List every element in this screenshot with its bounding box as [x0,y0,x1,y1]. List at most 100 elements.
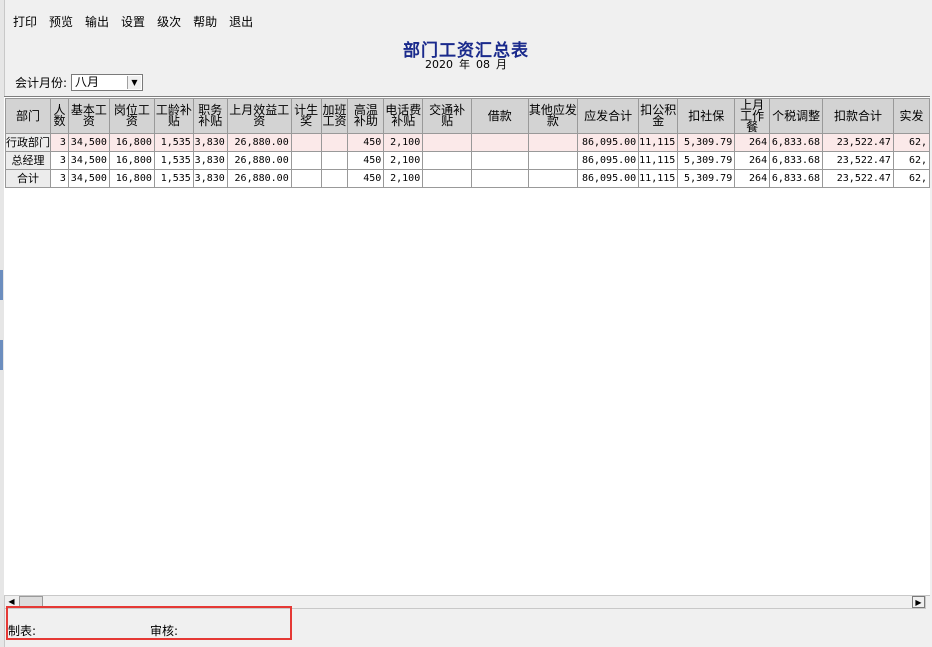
column-header[interactable]: 高温补助 [347,98,385,134]
column-header[interactable]: 计生奖 [290,98,322,134]
table-cell[interactable] [320,133,349,152]
preview-button[interactable]: 预览 [44,11,79,33]
level-button[interactable]: 级次 [152,11,187,33]
column-header[interactable]: 上月工作餐 [734,98,771,134]
table-cell[interactable]: 23,522.47 [822,151,894,170]
table-cell[interactable] [470,151,529,170]
column-header[interactable]: 部门 [5,98,51,134]
table-cell[interactable]: 264 [734,133,771,152]
table-cell[interactable]: 86,095.00 [577,151,640,170]
accounting-month-value: 八月 [75,75,100,89]
table-row[interactable]: 行政部门 3 34,500 16,800 1,535 3,830 26,880.00 450 2… [5,133,930,152]
column-header[interactable]: 应发合计 [577,98,640,134]
column-header[interactable]: 工龄补贴 [153,98,194,134]
table-cell[interactable]: 62, [892,169,930,188]
table-cell[interactable]: 3 [50,151,69,170]
table-cell[interactable] [422,151,472,170]
table-cell[interactable]: 450 [347,169,385,188]
table-cell[interactable]: 450 [347,151,385,170]
table-cell[interactable]: 3 [50,133,69,152]
table-cell[interactable] [527,169,579,188]
table-row[interactable]: 总经理 3 34,500 16,800 1,535 3,830 26,880.00 450 2,… [5,151,930,170]
table-cell[interactable]: 3 [50,169,69,188]
table-cell[interactable]: 11,115 [638,151,679,170]
table-cell[interactable]: 23,522.47 [822,133,894,152]
footer-highlight-box [6,606,292,640]
scroll-right-icon[interactable]: ▶ [912,596,925,608]
table-cell[interactable]: 34,500 [67,151,110,170]
table-cell[interactable]: 16,800 [108,151,155,170]
table-cell[interactable] [470,169,529,188]
table-row[interactable]: 合计 3 34,500 16,800 1,535 3,830 26,880.00 450 2,1… [5,169,930,188]
table-cell[interactable]: 26,880.00 [226,133,292,152]
table-cell[interactable]: 6,833.68 [769,169,824,188]
table-cell[interactable]: 6,833.68 [769,151,824,170]
table-cell[interactable]: 86,095.00 [577,169,640,188]
column-header[interactable]: 上月效益工资 [226,98,292,134]
department-cell[interactable]: 行政部门 [5,133,51,152]
exit-button[interactable]: 退出 [224,11,259,33]
table-cell[interactable]: 6,833.68 [769,133,824,152]
chevron-down-icon[interactable]: ▼ [127,76,141,89]
column-header[interactable]: 交通补贴 [422,98,472,134]
settings-button[interactable]: 设置 [116,11,151,33]
table-cell[interactable] [470,133,529,152]
accounting-month-select[interactable]: 八月 ▼ [71,74,143,91]
department-cell[interactable]: 合计 [5,169,51,188]
table-cell[interactable]: 2,100 [383,169,424,188]
table-cell[interactable]: 5,309.79 [677,169,736,188]
column-header[interactable]: 扣公积金 [638,98,679,134]
table-cell[interactable]: 86,095.00 [577,133,640,152]
table-cell[interactable]: 450 [347,133,385,152]
export-button[interactable]: 输出 [80,11,115,33]
table-cell[interactable]: 2,100 [383,151,424,170]
table-cell[interactable]: 5,309.79 [677,151,736,170]
column-header[interactable]: 实发 [892,98,930,134]
table-cell[interactable]: 11,115 [638,169,679,188]
table-cell[interactable]: 26,880.00 [226,151,292,170]
table-cell[interactable]: 3,830 [192,151,228,170]
column-header[interactable]: 其他应发款 [527,98,579,134]
column-header[interactable]: 扣款合计 [822,98,894,134]
table-cell[interactable]: 34,500 [67,133,110,152]
table-cell[interactable] [320,169,349,188]
column-header[interactable]: 职务补贴 [192,98,228,134]
table-cell[interactable] [290,133,322,152]
table-cell[interactable]: 2,100 [383,133,424,152]
table-cell[interactable]: 1,535 [153,133,194,152]
table-cell[interactable]: 1,535 [153,151,194,170]
help-button[interactable]: 帮助 [188,11,223,33]
table-cell[interactable]: 1,535 [153,169,194,188]
column-header[interactable]: 借款 [470,98,529,134]
table-cell[interactable]: 62, [892,151,930,170]
table-cell[interactable]: 264 [734,151,771,170]
table-cell[interactable] [320,151,349,170]
table-cell[interactable] [527,151,579,170]
column-header[interactable]: 个税调整 [769,98,824,134]
table-cell[interactable] [290,169,322,188]
table-cell[interactable]: 5,309.79 [677,133,736,152]
table-cell[interactable]: 23,522.47 [822,169,894,188]
table-cell[interactable]: 3,830 [192,133,228,152]
column-header[interactable]: 基本工资 [67,98,110,134]
column-header[interactable]: 加班工资 [320,98,349,134]
table-cell[interactable] [527,133,579,152]
table-cell[interactable] [422,133,472,152]
column-header[interactable]: 扣社保 [677,98,736,134]
table-cell[interactable] [290,151,322,170]
table-cell[interactable]: 3,830 [192,169,228,188]
table-cell[interactable]: 16,800 [108,133,155,152]
table-cell[interactable]: 11,115 [638,133,679,152]
print-button[interactable]: 打印 [8,11,43,33]
table-cell[interactable]: 62, [892,133,930,152]
column-header[interactable]: 电话费补贴 [383,98,424,134]
accounting-month-label: 会计月份: [15,76,68,90]
table-cell[interactable]: 26,880.00 [226,169,292,188]
column-header[interactable]: 人数 [50,98,69,134]
column-header[interactable]: 岗位工资 [108,98,155,134]
table-cell[interactable]: 264 [734,169,771,188]
table-cell[interactable] [422,169,472,188]
table-cell[interactable]: 16,800 [108,169,155,188]
table-cell[interactable]: 34,500 [67,169,110,188]
department-cell[interactable]: 总经理 [5,151,51,170]
